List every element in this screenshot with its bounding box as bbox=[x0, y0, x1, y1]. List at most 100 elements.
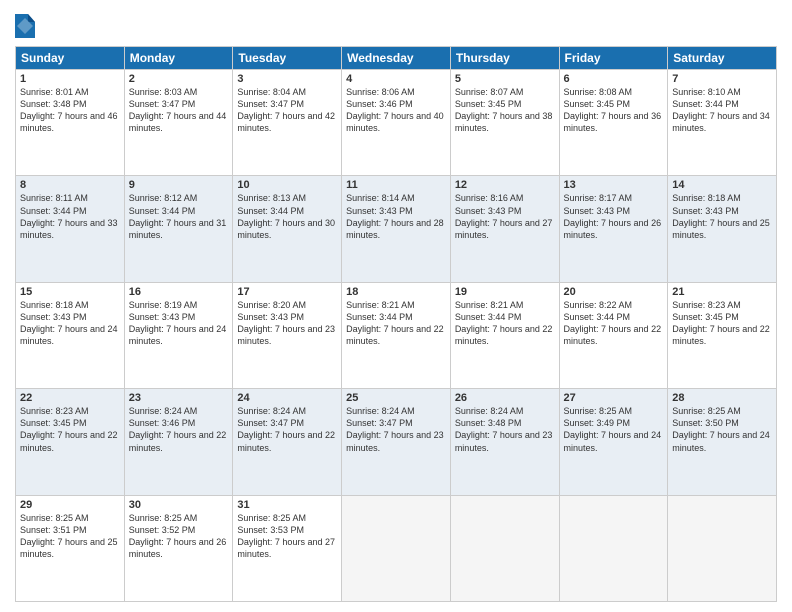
day-number: 14 bbox=[672, 179, 772, 191]
day-cell: 12 Sunrise: 8:16 AMSunset: 3:43 PMDaylig… bbox=[450, 176, 559, 282]
day-cell: 13 Sunrise: 8:17 AMSunset: 3:43 PMDaylig… bbox=[559, 176, 668, 282]
col-header-wednesday: Wednesday bbox=[342, 47, 451, 70]
week-row-3: 15 Sunrise: 8:18 AMSunset: 3:43 PMDaylig… bbox=[16, 282, 777, 388]
day-info: Sunrise: 8:01 AMSunset: 3:48 PMDaylight:… bbox=[20, 86, 120, 135]
day-number: 10 bbox=[237, 179, 337, 191]
day-cell: 16 Sunrise: 8:19 AMSunset: 3:43 PMDaylig… bbox=[124, 282, 233, 388]
col-header-friday: Friday bbox=[559, 47, 668, 70]
calendar: SundayMondayTuesdayWednesdayThursdayFrid… bbox=[15, 46, 777, 602]
day-number: 23 bbox=[129, 392, 229, 404]
day-info: Sunrise: 8:06 AMSunset: 3:46 PMDaylight:… bbox=[346, 86, 446, 135]
day-info: Sunrise: 8:11 AMSunset: 3:44 PMDaylight:… bbox=[20, 192, 120, 241]
day-info: Sunrise: 8:24 AMSunset: 3:47 PMDaylight:… bbox=[237, 405, 337, 454]
day-number: 17 bbox=[237, 286, 337, 298]
day-info: Sunrise: 8:25 AMSunset: 3:49 PMDaylight:… bbox=[564, 405, 664, 454]
day-cell: 3 Sunrise: 8:04 AMSunset: 3:47 PMDayligh… bbox=[233, 70, 342, 176]
day-number: 28 bbox=[672, 392, 772, 404]
day-number: 3 bbox=[237, 73, 337, 85]
day-info: Sunrise: 8:14 AMSunset: 3:43 PMDaylight:… bbox=[346, 192, 446, 241]
day-number: 30 bbox=[129, 499, 229, 511]
week-row-1: 1 Sunrise: 8:01 AMSunset: 3:48 PMDayligh… bbox=[16, 70, 777, 176]
day-cell: 28 Sunrise: 8:25 AMSunset: 3:50 PMDaylig… bbox=[668, 389, 777, 495]
day-cell: 29 Sunrise: 8:25 AMSunset: 3:51 PMDaylig… bbox=[16, 495, 125, 601]
day-cell: 10 Sunrise: 8:13 AMSunset: 3:44 PMDaylig… bbox=[233, 176, 342, 282]
day-info: Sunrise: 8:24 AMSunset: 3:46 PMDaylight:… bbox=[129, 405, 229, 454]
day-number: 1 bbox=[20, 73, 120, 85]
day-cell: 9 Sunrise: 8:12 AMSunset: 3:44 PMDayligh… bbox=[124, 176, 233, 282]
day-info: Sunrise: 8:25 AMSunset: 3:50 PMDaylight:… bbox=[672, 405, 772, 454]
day-cell: 19 Sunrise: 8:21 AMSunset: 3:44 PMDaylig… bbox=[450, 282, 559, 388]
col-header-sunday: Sunday bbox=[16, 47, 125, 70]
page: SundayMondayTuesdayWednesdayThursdayFrid… bbox=[0, 0, 792, 612]
col-header-thursday: Thursday bbox=[450, 47, 559, 70]
day-number: 2 bbox=[129, 73, 229, 85]
day-number: 19 bbox=[455, 286, 555, 298]
day-number: 8 bbox=[20, 179, 120, 191]
day-number: 29 bbox=[20, 499, 120, 511]
day-number: 16 bbox=[129, 286, 229, 298]
day-info: Sunrise: 8:07 AMSunset: 3:45 PMDaylight:… bbox=[455, 86, 555, 135]
day-cell: 11 Sunrise: 8:14 AMSunset: 3:43 PMDaylig… bbox=[342, 176, 451, 282]
day-cell: 27 Sunrise: 8:25 AMSunset: 3:49 PMDaylig… bbox=[559, 389, 668, 495]
day-info: Sunrise: 8:24 AMSunset: 3:47 PMDaylight:… bbox=[346, 405, 446, 454]
day-cell: 20 Sunrise: 8:22 AMSunset: 3:44 PMDaylig… bbox=[559, 282, 668, 388]
day-cell: 4 Sunrise: 8:06 AMSunset: 3:46 PMDayligh… bbox=[342, 70, 451, 176]
day-info: Sunrise: 8:17 AMSunset: 3:43 PMDaylight:… bbox=[564, 192, 664, 241]
day-cell: 7 Sunrise: 8:10 AMSunset: 3:44 PMDayligh… bbox=[668, 70, 777, 176]
day-cell: 22 Sunrise: 8:23 AMSunset: 3:45 PMDaylig… bbox=[16, 389, 125, 495]
day-cell: 1 Sunrise: 8:01 AMSunset: 3:48 PMDayligh… bbox=[16, 70, 125, 176]
day-cell: 6 Sunrise: 8:08 AMSunset: 3:45 PMDayligh… bbox=[559, 70, 668, 176]
day-info: Sunrise: 8:18 AMSunset: 3:43 PMDaylight:… bbox=[20, 299, 120, 348]
day-info: Sunrise: 8:20 AMSunset: 3:43 PMDaylight:… bbox=[237, 299, 337, 348]
day-number: 25 bbox=[346, 392, 446, 404]
day-number: 11 bbox=[346, 179, 446, 191]
day-number: 4 bbox=[346, 73, 446, 85]
logo-icon bbox=[15, 14, 35, 38]
day-info: Sunrise: 8:25 AMSunset: 3:53 PMDaylight:… bbox=[237, 512, 337, 561]
day-info: Sunrise: 8:22 AMSunset: 3:44 PMDaylight:… bbox=[564, 299, 664, 348]
day-number: 13 bbox=[564, 179, 664, 191]
day-cell: 18 Sunrise: 8:21 AMSunset: 3:44 PMDaylig… bbox=[342, 282, 451, 388]
day-cell: 30 Sunrise: 8:25 AMSunset: 3:52 PMDaylig… bbox=[124, 495, 233, 601]
day-number: 26 bbox=[455, 392, 555, 404]
day-number: 21 bbox=[672, 286, 772, 298]
day-info: Sunrise: 8:13 AMSunset: 3:44 PMDaylight:… bbox=[237, 192, 337, 241]
day-number: 24 bbox=[237, 392, 337, 404]
col-header-tuesday: Tuesday bbox=[233, 47, 342, 70]
day-cell bbox=[342, 495, 451, 601]
day-cell bbox=[450, 495, 559, 601]
header-row: SundayMondayTuesdayWednesdayThursdayFrid… bbox=[16, 47, 777, 70]
day-info: Sunrise: 8:10 AMSunset: 3:44 PMDaylight:… bbox=[672, 86, 772, 135]
day-cell bbox=[668, 495, 777, 601]
day-info: Sunrise: 8:25 AMSunset: 3:51 PMDaylight:… bbox=[20, 512, 120, 561]
day-number: 15 bbox=[20, 286, 120, 298]
day-info: Sunrise: 8:03 AMSunset: 3:47 PMDaylight:… bbox=[129, 86, 229, 135]
day-cell: 15 Sunrise: 8:18 AMSunset: 3:43 PMDaylig… bbox=[16, 282, 125, 388]
day-number: 7 bbox=[672, 73, 772, 85]
day-info: Sunrise: 8:21 AMSunset: 3:44 PMDaylight:… bbox=[455, 299, 555, 348]
day-cell: 23 Sunrise: 8:24 AMSunset: 3:46 PMDaylig… bbox=[124, 389, 233, 495]
day-cell: 8 Sunrise: 8:11 AMSunset: 3:44 PMDayligh… bbox=[16, 176, 125, 282]
day-cell: 31 Sunrise: 8:25 AMSunset: 3:53 PMDaylig… bbox=[233, 495, 342, 601]
day-cell: 25 Sunrise: 8:24 AMSunset: 3:47 PMDaylig… bbox=[342, 389, 451, 495]
day-info: Sunrise: 8:12 AMSunset: 3:44 PMDaylight:… bbox=[129, 192, 229, 241]
col-header-monday: Monday bbox=[124, 47, 233, 70]
day-number: 22 bbox=[20, 392, 120, 404]
day-info: Sunrise: 8:25 AMSunset: 3:52 PMDaylight:… bbox=[129, 512, 229, 561]
day-cell: 14 Sunrise: 8:18 AMSunset: 3:43 PMDaylig… bbox=[668, 176, 777, 282]
day-info: Sunrise: 8:19 AMSunset: 3:43 PMDaylight:… bbox=[129, 299, 229, 348]
week-row-2: 8 Sunrise: 8:11 AMSunset: 3:44 PMDayligh… bbox=[16, 176, 777, 282]
day-cell: 24 Sunrise: 8:24 AMSunset: 3:47 PMDaylig… bbox=[233, 389, 342, 495]
day-number: 12 bbox=[455, 179, 555, 191]
day-number: 6 bbox=[564, 73, 664, 85]
logo bbox=[15, 14, 38, 38]
day-cell: 17 Sunrise: 8:20 AMSunset: 3:43 PMDaylig… bbox=[233, 282, 342, 388]
col-header-saturday: Saturday bbox=[668, 47, 777, 70]
day-info: Sunrise: 8:24 AMSunset: 3:48 PMDaylight:… bbox=[455, 405, 555, 454]
day-info: Sunrise: 8:23 AMSunset: 3:45 PMDaylight:… bbox=[20, 405, 120, 454]
day-cell bbox=[559, 495, 668, 601]
day-info: Sunrise: 8:21 AMSunset: 3:44 PMDaylight:… bbox=[346, 299, 446, 348]
day-number: 31 bbox=[237, 499, 337, 511]
week-row-5: 29 Sunrise: 8:25 AMSunset: 3:51 PMDaylig… bbox=[16, 495, 777, 601]
week-row-4: 22 Sunrise: 8:23 AMSunset: 3:45 PMDaylig… bbox=[16, 389, 777, 495]
